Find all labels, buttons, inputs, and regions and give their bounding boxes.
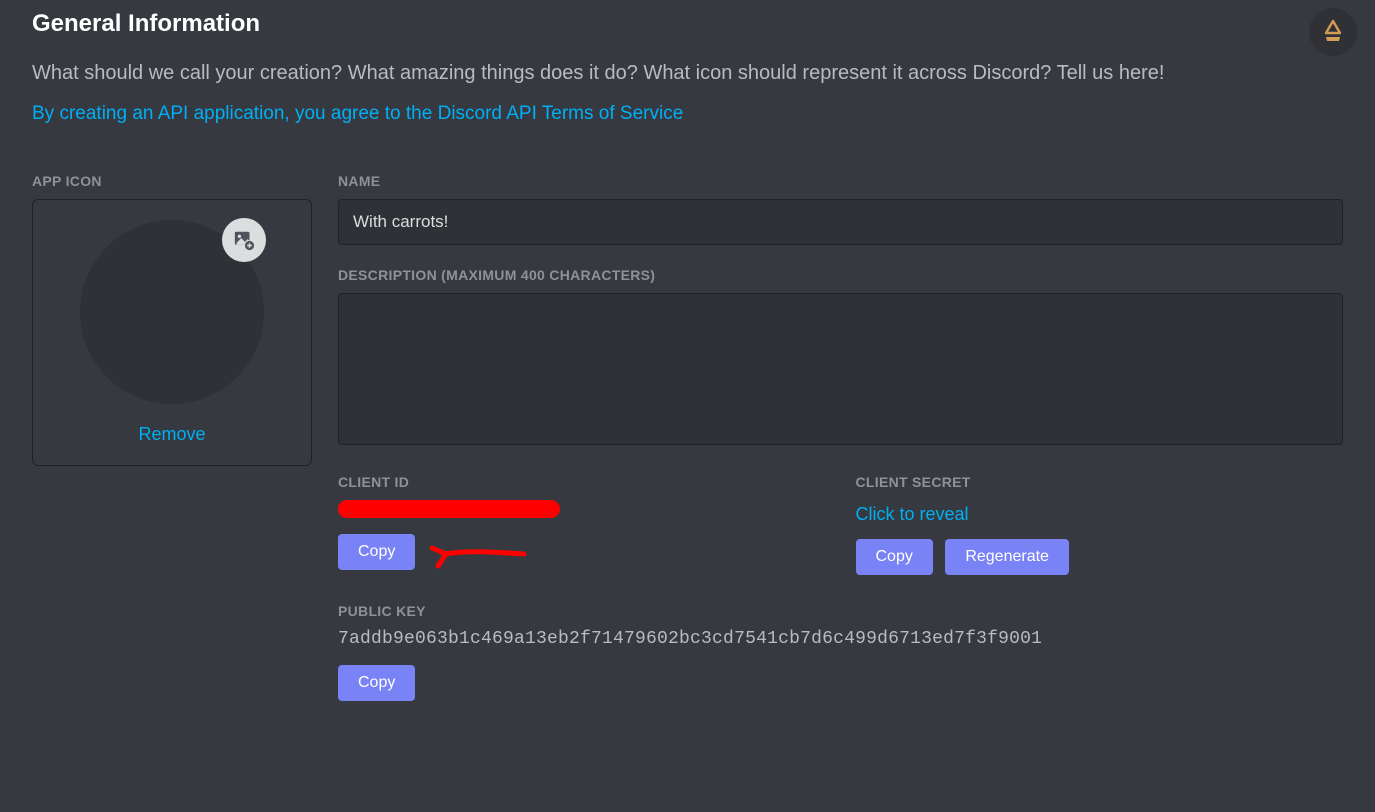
page-subtitle: What should we call your creation? What …	[32, 58, 1312, 89]
public-key-value: 7addb9e063b1c469a13eb2f71479602bc3cd7541…	[338, 629, 1343, 649]
name-label: NAME	[338, 173, 1343, 189]
regenerate-secret-button[interactable]: Regenerate	[945, 539, 1069, 575]
copy-client-id-button[interactable]: Copy	[338, 534, 415, 570]
description-label: DESCRIPTION (MAXIMUM 400 CHARACTERS)	[338, 267, 1343, 283]
client-id-label: CLIENT ID	[338, 474, 826, 490]
reveal-secret-button[interactable]: Click to reveal	[856, 504, 969, 525]
client-secret-label: CLIENT SECRET	[856, 474, 1344, 490]
tos-link[interactable]: By creating an API application, you agre…	[32, 103, 683, 125]
copy-client-secret-button[interactable]: Copy	[856, 539, 933, 575]
client-id-redacted	[338, 500, 560, 518]
description-textarea[interactable]	[338, 293, 1343, 445]
app-logo-icon	[1319, 18, 1347, 46]
page-title: General Information	[32, 10, 1343, 38]
app-logo-badge	[1309, 8, 1357, 56]
remove-icon-button[interactable]: Remove	[138, 418, 205, 453]
name-input[interactable]	[338, 199, 1343, 245]
upload-image-badge[interactable]	[222, 218, 266, 262]
app-icon-upload-box[interactable]: Remove	[32, 199, 312, 466]
public-key-label: PUBLIC KEY	[338, 603, 1343, 619]
red-arrow-annotation	[424, 532, 534, 576]
image-add-icon	[233, 229, 255, 251]
app-icon-label: APP ICON	[32, 173, 312, 189]
copy-public-key-button[interactable]: Copy	[338, 665, 415, 701]
